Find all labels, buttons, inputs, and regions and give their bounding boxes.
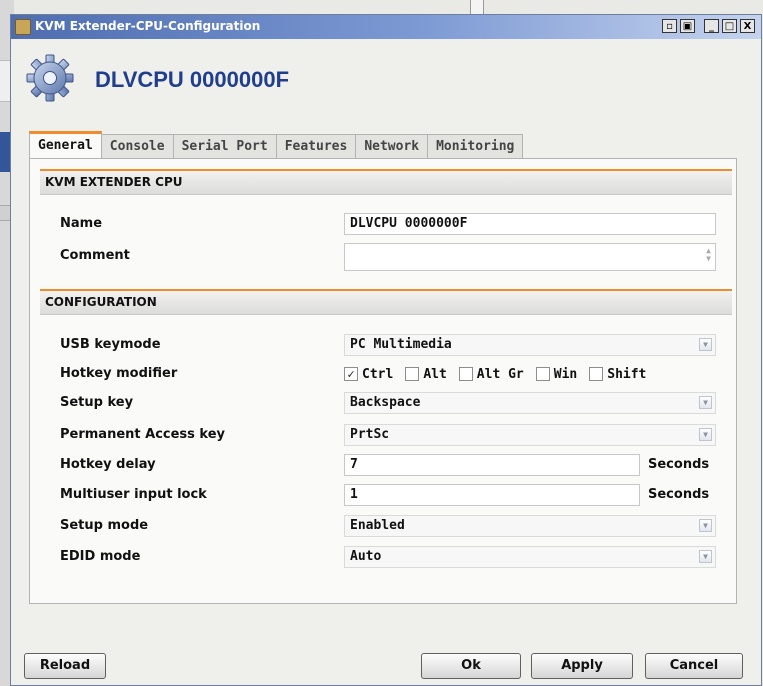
hotkey-delay-field[interactable]: 7 (344, 454, 640, 476)
tab-console[interactable]: Console (100, 134, 174, 158)
background-strip-blue (0, 132, 10, 172)
edid-mode-select[interactable]: Auto ▼ (344, 546, 716, 568)
alt-checkbox[interactable]: Alt (405, 366, 447, 382)
apply-button[interactable]: Apply (531, 653, 633, 679)
cancel-button[interactable]: Cancel (645, 653, 743, 679)
usb-keymode-label: USB keymode (60, 337, 161, 352)
checkbox-box[interactable] (405, 367, 420, 381)
checkbox-label: Alt (423, 366, 447, 382)
configuration-dialog: KVM Extender-CPU-Configuration ▫ ▣ _ □ X (10, 14, 762, 686)
edid-mode-value: Auto (350, 549, 382, 564)
comment-label: Comment (60, 248, 130, 263)
minimize-button[interactable]: _ (704, 19, 719, 33)
float-icon[interactable]: ▣ (680, 19, 695, 33)
name-label: Name (60, 216, 103, 231)
hotkey-modifier-label: Hotkey modifier (60, 366, 178, 381)
device-title: DLVCPU 0000000F (95, 67, 290, 92)
setup-key-label: Setup key (60, 395, 134, 410)
ctrl-checkbox[interactable]: ✓ Ctrl (344, 367, 393, 382)
chevron-down-icon[interactable]: ▼ (699, 519, 712, 532)
general-panel: KVM EXTENDER CPU Name DLVCPU 0000000F Co… (29, 158, 737, 604)
setup-key-value: Backspace (350, 395, 421, 410)
hotkey-delay-unit: Seconds (648, 457, 710, 472)
tab-features[interactable]: Features (275, 134, 357, 158)
window-controls: ▫ ▣ _ □ X (662, 19, 755, 33)
setup-mode-value: Enabled (350, 518, 405, 533)
multiuser-input-lock-unit: Seconds (648, 487, 710, 502)
checkbox-box[interactable]: ✓ (344, 367, 358, 381)
ok-button[interactable]: Ok (421, 653, 521, 679)
tab-bar: General Console Serial Port Features Net… (29, 131, 524, 158)
maximize-button[interactable]: □ (722, 19, 737, 33)
scroll-arrows-icon[interactable]: ▲ ▼ (706, 247, 711, 263)
chevron-down-icon[interactable]: ▼ (699, 396, 712, 409)
multiuser-input-lock-field[interactable]: 1 (344, 484, 640, 506)
title-bar[interactable]: KVM Extender-CPU-Configuration ▫ ▣ _ □ X (11, 15, 761, 39)
checkbox-label: Win (553, 366, 578, 382)
hotkey-delay-label: Hotkey delay (60, 457, 156, 472)
background-window-edge (470, 0, 484, 14)
reload-button[interactable]: Reload (24, 653, 106, 679)
usb-keymode-select[interactable]: PC Multimedia ▼ (344, 334, 716, 356)
tab-monitoring[interactable]: Monitoring (427, 134, 524, 158)
tab-serial-port[interactable]: Serial Port (172, 134, 277, 158)
app-icon (15, 19, 31, 35)
tab-network[interactable]: Network (355, 134, 429, 158)
setup-mode-select[interactable]: Enabled ▼ (344, 515, 716, 537)
hotkey-modifier-group: ✓ Ctrl Alt Alt Gr Win Shift (344, 363, 658, 385)
setup-mode-label: Setup mode (60, 518, 149, 533)
setup-key-select[interactable]: Backspace ▼ (344, 392, 716, 414)
shift-checkbox[interactable]: Shift (589, 367, 646, 382)
checkbox-box[interactable] (458, 367, 473, 381)
close-button[interactable]: X (740, 19, 755, 33)
checkbox-label: Alt Gr (476, 366, 524, 382)
alt-gr-checkbox[interactable]: Alt Gr (458, 366, 524, 382)
chevron-down-icon[interactable]: ▼ (699, 550, 712, 563)
comment-field[interactable]: ▲ ▼ (344, 243, 716, 271)
checkbox-box[interactable] (535, 367, 550, 381)
tab-general[interactable]: General (29, 131, 102, 158)
permanent-access-key-label: Permanent Access key (60, 427, 226, 442)
restore-icon[interactable]: ▫ (662, 19, 677, 33)
section-configuration: CONFIGURATION (40, 289, 732, 315)
checkbox-box[interactable] (589, 367, 604, 381)
win-checkbox[interactable]: Win (535, 366, 578, 382)
chevron-down-icon[interactable]: ▼ (699, 428, 712, 441)
checkbox-label: Ctrl (362, 366, 394, 382)
usb-keymode-value: PC Multimedia (350, 337, 452, 352)
checkbox-label: Shift (607, 366, 647, 382)
dialog-header: DLVCPU 0000000F (25, 53, 445, 109)
gear-icon (26, 54, 74, 102)
chevron-down-icon[interactable]: ▼ (699, 338, 712, 351)
name-field[interactable]: DLVCPU 0000000F (344, 213, 716, 235)
permanent-access-key-value: PrtSc (350, 427, 390, 442)
window-title: KVM Extender-CPU-Configuration (35, 19, 261, 33)
multiuser-input-lock-label: Multiuser input lock (60, 487, 207, 502)
section-kvm-extender-cpu: KVM EXTENDER CPU (40, 169, 732, 195)
permanent-access-key-select[interactable]: PrtSc ▼ (344, 424, 716, 446)
edid-mode-label: EDID mode (60, 549, 141, 564)
